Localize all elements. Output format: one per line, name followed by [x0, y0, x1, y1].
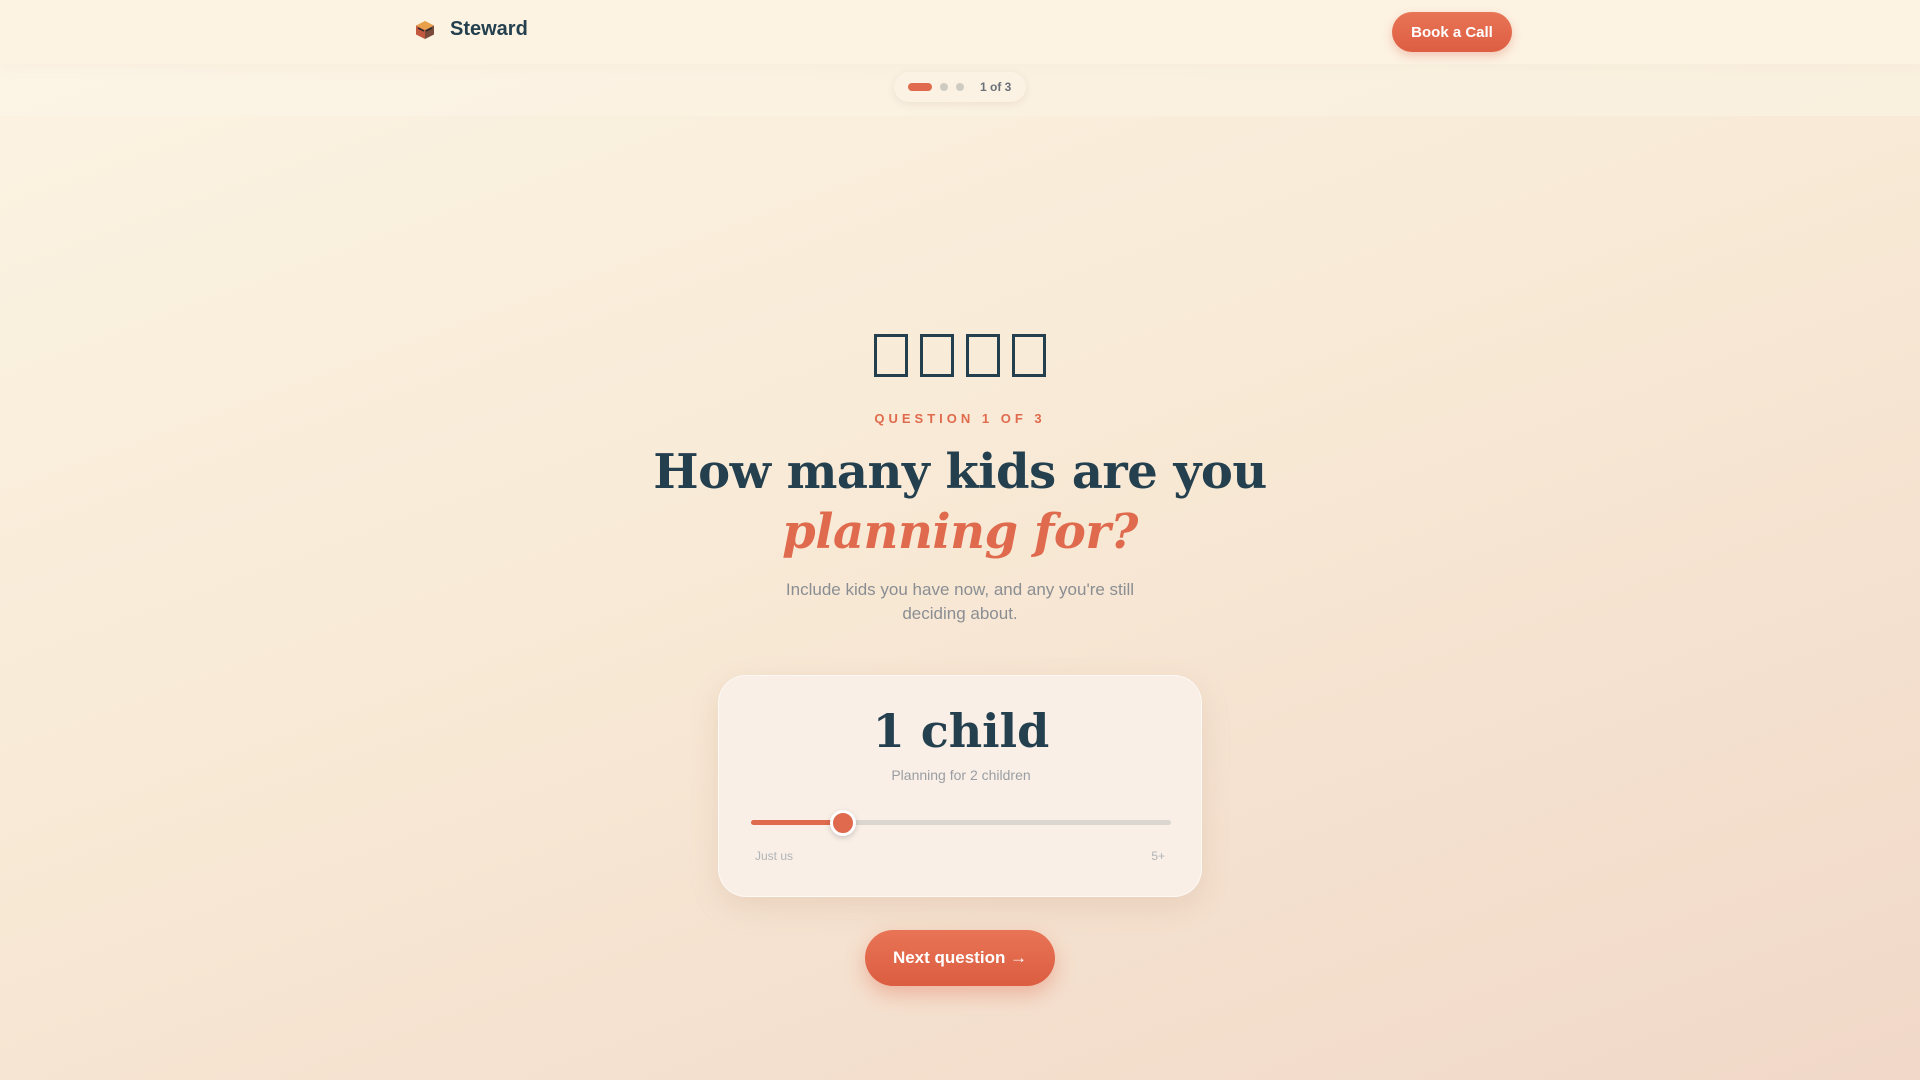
question-subtitle: Include kids you have now, and any you'r… — [785, 580, 1135, 623]
slider-max-label: 5+ — [1151, 849, 1165, 863]
progress-text: 1 of 3 — [980, 80, 1012, 94]
top-navigation-bar: Steward Book a Call — [0, 0, 1920, 64]
kids-count-slider[interactable] — [751, 810, 1171, 836]
slider-thumb[interactable] — [830, 810, 856, 836]
planning-summary: Planning for 2 children — [891, 767, 1031, 783]
brand[interactable]: Steward — [414, 18, 528, 41]
question-headline: How many kids are you — [653, 444, 1267, 500]
next-question-button[interactable]: Next question → — [865, 930, 1055, 986]
progress-indicator: 1 of 3 — [894, 72, 1026, 102]
missing-glyph-icon — [1012, 334, 1046, 377]
steward-logo-icon — [416, 20, 434, 39]
progress-dot — [940, 83, 948, 91]
question-label: QUESTION 1 OF 3 — [874, 411, 1046, 426]
brand-name: Steward — [450, 18, 528, 40]
missing-glyph-icon — [920, 334, 954, 377]
question-headline-accent: planning for? — [782, 504, 1138, 560]
progress-dot-active — [908, 83, 932, 91]
slider-min-label: Just us — [755, 849, 794, 863]
missing-glyph-icon — [966, 334, 1000, 377]
missing-glyph-icon — [874, 334, 908, 377]
book-a-call-button[interactable]: Book a Call — [1392, 12, 1512, 52]
kids-count-value: 1 child — [872, 704, 1050, 758]
emoji-placeholder-row — [0, 334, 1920, 377]
progress-dot — [956, 83, 964, 91]
kids-count-card: 1 child Planning for 2 children Just us … — [718, 675, 1202, 897]
